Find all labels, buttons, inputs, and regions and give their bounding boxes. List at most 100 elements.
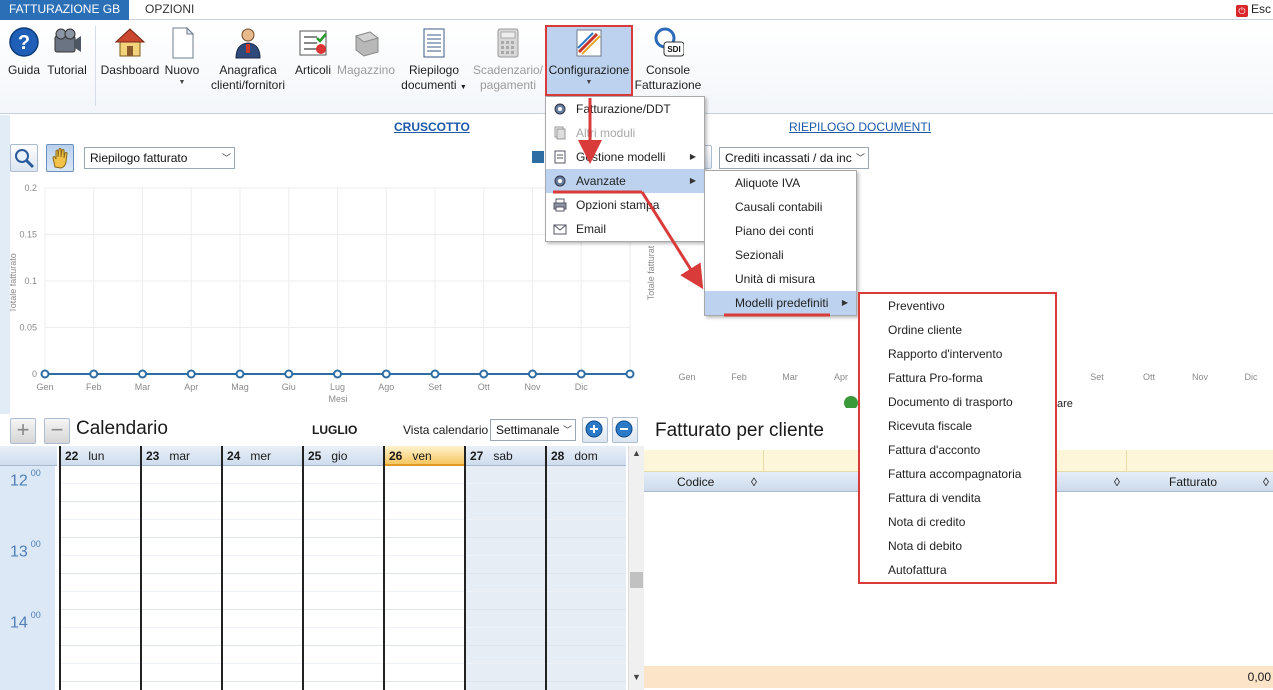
- time-slot[interactable]: [466, 520, 545, 538]
- time-slot[interactable]: [61, 610, 140, 628]
- time-slot[interactable]: [223, 484, 302, 502]
- day-column[interactable]: 23 mar: [140, 446, 221, 690]
- time-slot[interactable]: [466, 592, 545, 610]
- vista-calendario-select[interactable]: Settimanale ﹀: [490, 419, 576, 441]
- time-slot[interactable]: [385, 592, 464, 610]
- menu-item-autofattura[interactable]: Autofattura: [860, 558, 1055, 582]
- menu-item-piano-dei-conti[interactable]: Piano dei conti: [705, 219, 856, 243]
- time-slot[interactable]: [223, 574, 302, 592]
- zoom-in-button[interactable]: [582, 417, 608, 443]
- time-slot[interactable]: [466, 664, 545, 682]
- menu-item-ricevuta-fiscale[interactable]: Ricevuta fiscale: [860, 414, 1055, 438]
- time-slot[interactable]: [142, 628, 221, 646]
- time-slot[interactable]: [547, 484, 626, 502]
- day-header-today[interactable]: 26 ven: [385, 446, 464, 466]
- calendar-scrollbar[interactable]: ▲ ▼: [628, 446, 644, 690]
- time-slot[interactable]: [547, 502, 626, 520]
- time-slot[interactable]: [142, 502, 221, 520]
- time-slot[interactable]: [142, 484, 221, 502]
- time-slot[interactable]: [547, 466, 626, 484]
- day-header[interactable]: 27 sab: [466, 446, 545, 466]
- menu-item-aliquote-iva[interactable]: Aliquote IVA: [705, 171, 856, 195]
- tab-opzioni[interactable]: OPZIONI: [136, 0, 203, 20]
- menu-item-opzioni-stampa[interactable]: Opzioni stampa: [546, 193, 704, 217]
- menu-item-fattura-acconto[interactable]: Fattura d'acconto: [860, 438, 1055, 462]
- time-slot[interactable]: [223, 628, 302, 646]
- zoom-chart-button[interactable]: [10, 144, 38, 172]
- time-slot[interactable]: [61, 664, 140, 682]
- menu-item-causali-contabili[interactable]: Causali contabili: [705, 195, 856, 219]
- time-slot[interactable]: [142, 646, 221, 664]
- time-slot[interactable]: [304, 520, 383, 538]
- time-slot[interactable]: [466, 466, 545, 484]
- nuovo-button[interactable]: Nuovo ▼: [162, 26, 202, 87]
- day-column[interactable]: 24 mer: [221, 446, 302, 690]
- time-slot[interactable]: [223, 502, 302, 520]
- tutorial-button[interactable]: Tutorial: [45, 26, 89, 78]
- menu-item-fattura-accompagnatoria[interactable]: Fattura accompagnatoria: [860, 462, 1055, 486]
- time-slot[interactable]: [304, 556, 383, 574]
- tab-fatturazione-gb[interactable]: FATTURAZIONE GB: [0, 0, 130, 20]
- anagrafica-button[interactable]: Anagrafica clienti/fornitori: [207, 26, 289, 93]
- day-header[interactable]: 22 lun: [61, 446, 140, 466]
- time-slot[interactable]: [547, 664, 626, 682]
- day-header[interactable]: 28 dom: [547, 446, 626, 466]
- time-slot[interactable]: [547, 628, 626, 646]
- time-slot[interactable]: [304, 466, 383, 484]
- scroll-down-icon[interactable]: ▼: [632, 672, 641, 682]
- menu-item-fatturazione-ddt[interactable]: Fatturazione/DDT: [546, 97, 704, 121]
- time-slot[interactable]: [385, 574, 464, 592]
- time-slot[interactable]: [466, 574, 545, 592]
- time-slot[interactable]: [142, 592, 221, 610]
- time-slot[interactable]: [223, 466, 302, 484]
- time-slot[interactable]: [304, 646, 383, 664]
- time-slot[interactable]: [385, 466, 464, 484]
- time-slot[interactable]: [547, 520, 626, 538]
- add-appointment-button[interactable]: +: [10, 418, 36, 444]
- console-fatturazione-button[interactable]: SDI Console Fatturazione: [632, 26, 704, 93]
- time-slot[interactable]: [142, 664, 221, 682]
- day-column-weekend[interactable]: 27 sab: [464, 446, 545, 690]
- time-slot[interactable]: [61, 484, 140, 502]
- time-slot[interactable]: [466, 646, 545, 664]
- sort-icon[interactable]: ◊: [1114, 472, 1120, 492]
- scadenzario-button[interactable]: Scadenzario/ pagamenti: [472, 26, 544, 93]
- time-slot[interactable]: [385, 484, 464, 502]
- menu-item-nota-di-debito[interactable]: Nota di debito: [860, 534, 1055, 558]
- menu-item-avanzate[interactable]: Avanzate ▶: [546, 169, 704, 193]
- time-slot[interactable]: [304, 592, 383, 610]
- time-slot[interactable]: [142, 466, 221, 484]
- col-codice[interactable]: Codice: [677, 472, 714, 492]
- day-column-weekend[interactable]: 28 dom: [545, 446, 626, 690]
- time-slot[interactable]: [547, 592, 626, 610]
- time-slot[interactable]: [61, 556, 140, 574]
- time-slot[interactable]: [385, 646, 464, 664]
- time-slot[interactable]: [61, 538, 140, 556]
- time-slot[interactable]: [61, 520, 140, 538]
- time-slot[interactable]: [304, 628, 383, 646]
- zoom-out-button[interactable]: [612, 417, 638, 443]
- day-header[interactable]: 24 mer: [223, 446, 302, 466]
- time-slot[interactable]: [223, 592, 302, 610]
- time-slot[interactable]: [223, 664, 302, 682]
- time-slot[interactable]: [61, 466, 140, 484]
- dashboard-button[interactable]: Dashboard: [100, 26, 160, 78]
- time-slot[interactable]: [547, 610, 626, 628]
- pan-chart-button[interactable]: [46, 144, 74, 172]
- col-fatturato[interactable]: Fatturato: [1169, 472, 1217, 492]
- menu-item-fattura-di-vendita[interactable]: Fattura di vendita: [860, 486, 1055, 510]
- time-slot[interactable]: [223, 556, 302, 574]
- time-slot[interactable]: [466, 610, 545, 628]
- time-slot[interactable]: [466, 556, 545, 574]
- menu-item-ordine-cliente[interactable]: Ordine cliente: [860, 318, 1055, 342]
- time-slot[interactable]: [223, 538, 302, 556]
- menu-item-email[interactable]: Email: [546, 217, 704, 241]
- time-slot[interactable]: [304, 664, 383, 682]
- guida-button[interactable]: ? Guida: [6, 26, 42, 78]
- riepilogo-documenti-button[interactable]: Riepilogo documenti ▼: [399, 26, 469, 95]
- menu-item-gestione-modelli[interactable]: Gestione modelli ▶: [546, 145, 704, 169]
- time-slot[interactable]: [61, 574, 140, 592]
- time-slot[interactable]: [61, 592, 140, 610]
- time-slot[interactable]: [466, 484, 545, 502]
- day-column-today[interactable]: 26 ven: [383, 446, 464, 690]
